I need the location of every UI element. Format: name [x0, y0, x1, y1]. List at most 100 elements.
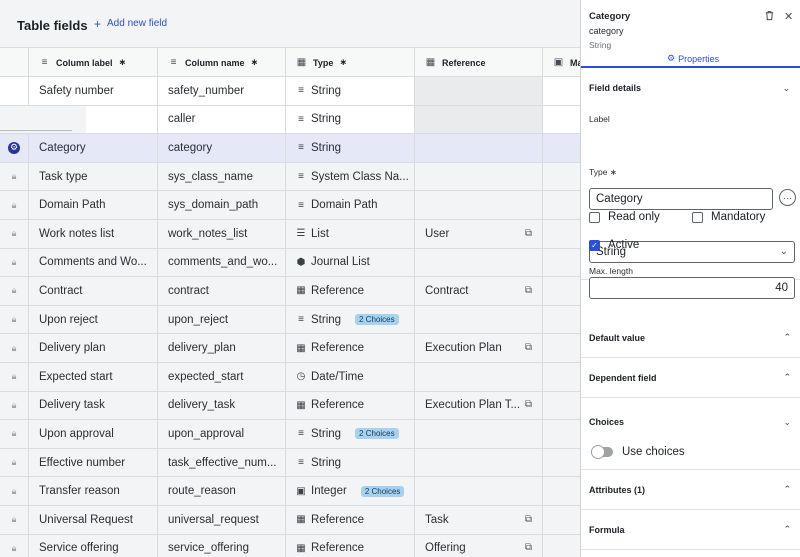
max-length-cell[interactable] [543, 134, 580, 162]
type-cell[interactable]: ◷ Date/Time [286, 362, 415, 391]
reference-cell[interactable] [415, 134, 543, 162]
column-name-cell[interactable]: comments_and_wo... [158, 248, 286, 277]
column-name-cell[interactable]: sys_class_name [158, 162, 286, 191]
reference-cell[interactable]: Execution Plan ⧉ [415, 334, 543, 362]
type-cell[interactable]: ≡ String [286, 448, 415, 477]
column-name-cell[interactable]: caller [158, 105, 286, 134]
row-selector[interactable]: 🔒︎ [0, 219, 29, 248]
table-row[interactable]: 🔒︎ Domain Path sys_domain_path ≡ Domain Path [0, 191, 580, 220]
column-header-label[interactable]: ≡ Column label ∗ [29, 48, 158, 77]
column-label-cell[interactable]: Upon reject [29, 305, 158, 334]
reference-cell[interactable]: Contract ⧉ [415, 277, 543, 305]
max-length-cell[interactable] [543, 249, 580, 277]
column-label-cell[interactable]: Delivery plan [29, 334, 158, 362]
external-link-icon[interactable]: ⧉ [525, 514, 532, 526]
column-name-cell[interactable]: expected_start [158, 362, 286, 391]
table-row[interactable]: 🔒︎ Service offering service_offering ▦ Refer… [0, 534, 580, 557]
column-label-cell[interactable]: Effective number [29, 448, 158, 477]
choices-toggle[interactable]: Choices ⌄ [581, 406, 800, 438]
row-selector[interactable]: 🔒︎ [0, 448, 29, 477]
type-cell[interactable]: ▦ Reference [286, 505, 415, 534]
reference-cell[interactable]: Execution Plan T... ⧉ [415, 391, 543, 420]
table-row[interactable]: 🔒︎ Delivery task delivery_task ▦ Reference Ex… [0, 391, 580, 421]
row-selector[interactable]: 🔒︎ [0, 248, 29, 277]
max-length-cell[interactable] [543, 106, 580, 134]
mandatory-checkbox[interactable]: Mandatory [692, 211, 765, 223]
table-row[interactable]: 🔒︎ Task type sys_class_name ≡ System Class N… [0, 162, 580, 192]
column-label-cell[interactable]: Safety number [29, 77, 158, 105]
column-name-cell[interactable]: task_effective_num... [158, 448, 286, 477]
max-length-cell[interactable] [543, 477, 580, 505]
max-length-input[interactable]: 40 [589, 277, 795, 299]
table-row[interactable]: 🔒︎ Universal Request universal_request ▦ Ref… [0, 505, 580, 535]
column-label-cell[interactable]: Expected start [29, 362, 158, 391]
column-name-cell[interactable]: upon_approval [158, 420, 286, 448]
type-cell[interactable]: ≡ Domain Path [286, 191, 415, 219]
column-name-cell[interactable]: delivery_plan [158, 334, 286, 362]
type-cell[interactable]: ▣ Integer 2 Choices [286, 477, 415, 505]
tab-properties[interactable]: ⚙ Properties [667, 53, 719, 64]
column-name-cell[interactable]: work_notes_list [158, 219, 286, 248]
max-length-cell[interactable] [543, 449, 580, 477]
column-label-cell[interactable]: Work notes list [29, 219, 158, 248]
table-row[interactable]: 🔒︎ Comments and Wo... comments_and_wo... ⬢ J… [0, 248, 580, 278]
table-row[interactable]: 🔒︎ Upon reject upon_reject ≡ String 2 Choices [0, 305, 580, 335]
external-link-icon[interactable]: ⧉ [525, 228, 532, 240]
external-link-icon[interactable]: ⧉ [525, 542, 532, 554]
reference-cell[interactable] [415, 477, 543, 505]
external-link-icon[interactable]: ⧉ [525, 285, 532, 297]
column-label-cell[interactable]: Transfer reason [29, 477, 158, 505]
inline-edit-input[interactable] [0, 105, 86, 133]
type-cell[interactable]: ≡ String [286, 134, 415, 162]
column-name-cell[interactable]: contract [158, 277, 286, 305]
reference-cell[interactable] [415, 305, 543, 334]
max-length-cell[interactable] [543, 306, 580, 334]
column-name-cell[interactable]: upon_reject [158, 305, 286, 334]
use-choices-toggle[interactable]: Use choices [591, 445, 685, 459]
row-selector[interactable]: 🔒︎ [0, 477, 29, 505]
reference-cell[interactable] [415, 420, 543, 448]
row-selector[interactable]: ⚙ [0, 134, 29, 162]
row-selector[interactable]: 🔒︎ [0, 305, 29, 334]
max-length-cell[interactable] [543, 277, 580, 305]
reference-cell[interactable]: User ⧉ [415, 219, 543, 248]
table-row[interactable]: 🔒︎ Transfer reason route_reason ▣ Integer 2 C… [0, 477, 580, 506]
type-cell[interactable]: ▦ Reference [286, 277, 415, 305]
type-cell[interactable]: ≡ System Class Na... [286, 162, 415, 191]
table-row[interactable]: 🔒︎ Expected start expected_start ◷ Date/Time [0, 362, 580, 392]
table-row[interactable]: 🔒︎ Contract contract ▦ Reference Contract ⧉ [0, 277, 580, 306]
max-length-cell[interactable] [543, 535, 580, 557]
default-value-section[interactable]: Default value ⌃ [581, 318, 800, 358]
row-selector[interactable]: 🔒︎ [0, 334, 29, 362]
row-selector[interactable] [0, 77, 29, 105]
column-label-cell[interactable]: Category [29, 134, 158, 162]
table-row[interactable]: 🔒︎ Upon approval upon_approval ≡ String 2 Cho… [0, 420, 580, 449]
type-cell[interactable]: ▦ Reference [286, 534, 415, 557]
type-cell[interactable]: ⬢ Journal List [286, 248, 415, 277]
row-selector[interactable]: 🔒︎ [0, 534, 29, 557]
row-selector[interactable]: 🔒︎ [0, 420, 29, 448]
reference-cell[interactable]: Task ⧉ [415, 505, 543, 534]
type-cell[interactable]: ≡ String [286, 77, 415, 105]
column-header-name[interactable]: ≡ Column name ∗ [158, 48, 286, 77]
column-label-cell[interactable]: Universal Request [29, 505, 158, 534]
max-length-cell[interactable] [543, 420, 580, 448]
max-length-cell[interactable] [543, 77, 580, 105]
add-new-field-button[interactable]: + Add new field [94, 18, 167, 30]
type-cell[interactable]: ☰ List [286, 219, 415, 248]
type-cell[interactable]: ≡ String 2 Choices [286, 420, 415, 448]
column-label-cell[interactable]: Domain Path [29, 191, 158, 219]
column-name-cell[interactable]: universal_request [158, 505, 286, 534]
max-length-cell[interactable] [543, 392, 580, 420]
column-label-cell[interactable]: Delivery task [29, 391, 158, 420]
column-name-cell[interactable]: sys_domain_path [158, 191, 286, 219]
max-length-cell[interactable] [543, 220, 580, 248]
column-label-cell[interactable]: Contract [29, 277, 158, 305]
max-length-cell[interactable] [543, 363, 580, 391]
table-row[interactable]: 🔒︎ Delivery plan delivery_plan ▦ Reference Ex… [0, 334, 580, 363]
max-length-cell[interactable] [543, 506, 580, 534]
reference-cell[interactable] [415, 77, 543, 105]
column-label-cell[interactable]: Comments and Wo... [29, 248, 158, 277]
dependent-field-section[interactable]: Dependent field ⌃ [581, 358, 800, 398]
row-selector[interactable]: 🔒︎ [0, 162, 29, 191]
